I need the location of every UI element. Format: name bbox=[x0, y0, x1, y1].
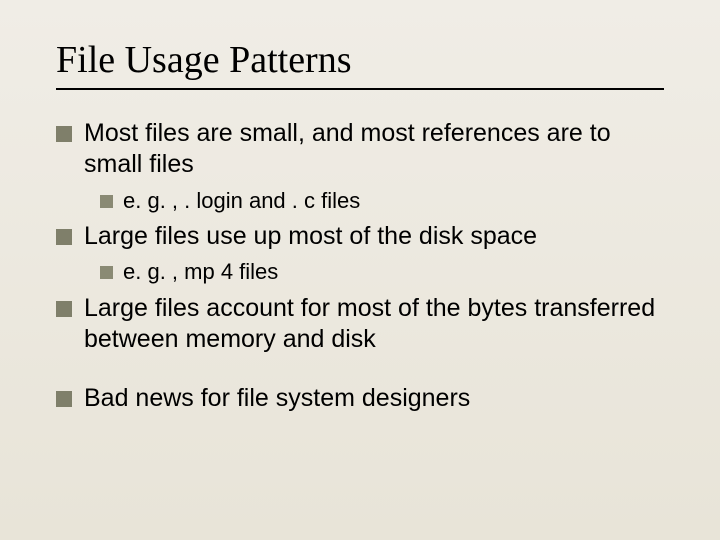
square-bullet-icon bbox=[56, 229, 72, 245]
bullet-text: Bad news for file system designers bbox=[84, 383, 664, 414]
spacer bbox=[56, 361, 664, 383]
bullet-text: Most files are small, and most reference… bbox=[84, 118, 664, 181]
bullet-text: Large files account for most of the byte… bbox=[84, 293, 664, 356]
square-bullet-icon bbox=[100, 195, 113, 208]
bullet-level1: Large files account for most of the byte… bbox=[56, 293, 664, 356]
bullet-text: e. g. , mp 4 files bbox=[123, 258, 664, 287]
bullet-level1: Most files are small, and most reference… bbox=[56, 118, 664, 181]
square-bullet-icon bbox=[100, 266, 113, 279]
bullet-text: e. g. , . login and . c files bbox=[123, 187, 664, 216]
slide-title: File Usage Patterns bbox=[56, 38, 664, 90]
square-bullet-icon bbox=[56, 301, 72, 317]
bullet-level2: e. g. , . login and . c files bbox=[100, 187, 664, 216]
bullet-level1: Large files use up most of the disk spac… bbox=[56, 221, 664, 252]
square-bullet-icon bbox=[56, 126, 72, 142]
bullet-level1: Bad news for file system designers bbox=[56, 383, 664, 414]
slide: File Usage Patterns Most files are small… bbox=[0, 0, 720, 540]
square-bullet-icon bbox=[56, 391, 72, 407]
bullet-text: Large files use up most of the disk spac… bbox=[84, 221, 664, 252]
bullet-level2: e. g. , mp 4 files bbox=[100, 258, 664, 287]
slide-content: Most files are small, and most reference… bbox=[56, 118, 664, 415]
